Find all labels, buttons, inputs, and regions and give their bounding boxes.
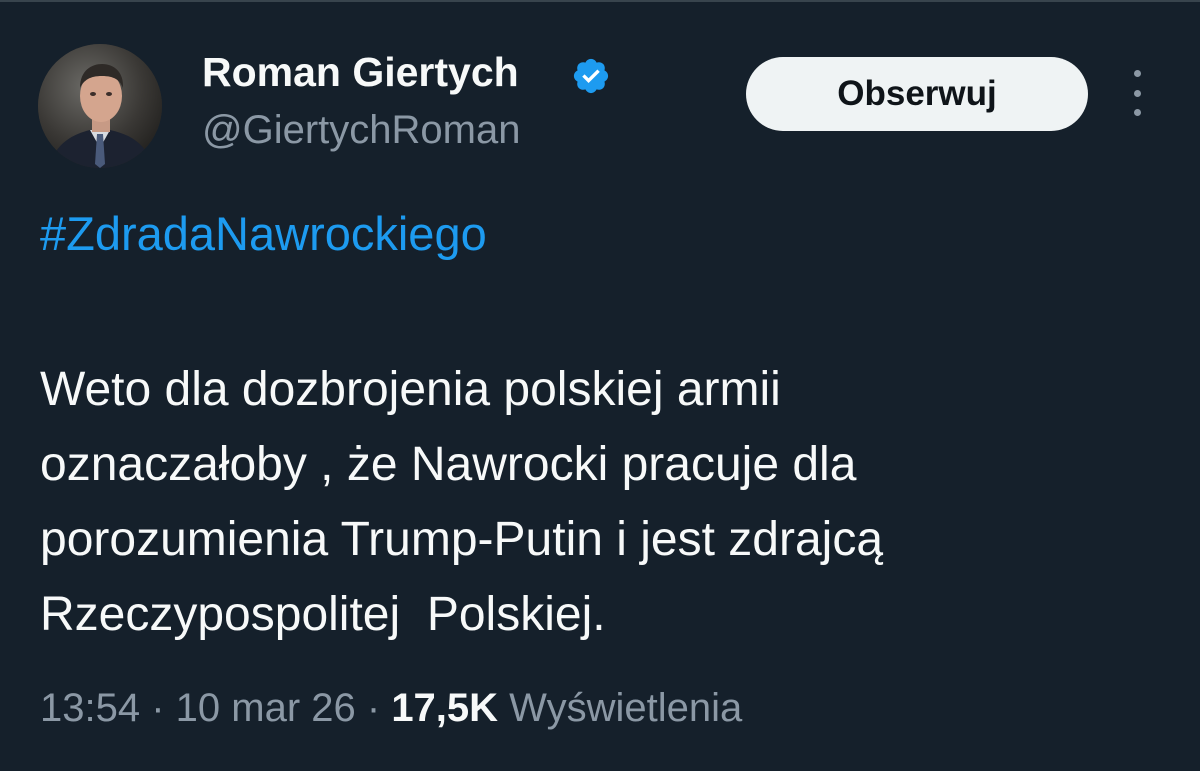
verified-badge-icon (573, 58, 609, 94)
more-dot (1133, 70, 1141, 77)
separator-dot: · (140, 686, 176, 730)
separator-dot: · (355, 686, 392, 730)
tweet-text-line: porozumienia Trump-Putin i jest zdrajcą (40, 513, 884, 566)
views-count[interactable]: 17,5K (391, 686, 498, 730)
tweet-text-line: oznaczałoby , że Nawrocki pracuje dla (40, 438, 857, 491)
divider (0, 0, 1200, 2)
tweet-time[interactable]: 13:54 (40, 686, 140, 730)
tweet-text-line: Rzeczypospolitej Polskiej. (40, 588, 606, 641)
more-options-icon[interactable] (1120, 70, 1154, 116)
views-label: Wyświetlenia (498, 686, 743, 730)
follow-button[interactable]: Obserwuj (746, 57, 1088, 131)
tweet-text-line: Weto dla dozbrojenia polskiej armii (40, 363, 781, 416)
avatar-photo (38, 44, 162, 168)
tweet-text: Weto dla dozbrojenia polskiej armii ozna… (40, 352, 1160, 652)
tweet-date[interactable]: 10 mar 26 (176, 686, 356, 730)
avatar[interactable] (38, 44, 162, 168)
hashtag-link[interactable]: #ZdradaNawrockiego (40, 208, 487, 260)
tweet-card: Roman Giertych @GiertychRoman Obserwuj #… (0, 0, 1200, 771)
tweet-metadata: 13:54 · 10 mar 26 · 17,5K Wyświetlenia (40, 688, 742, 728)
author-handle[interactable]: @GiertychRoman (202, 110, 520, 150)
author-display-name[interactable]: Roman Giertych (202, 52, 519, 93)
more-dot (1133, 109, 1141, 116)
more-dot (1133, 89, 1141, 97)
